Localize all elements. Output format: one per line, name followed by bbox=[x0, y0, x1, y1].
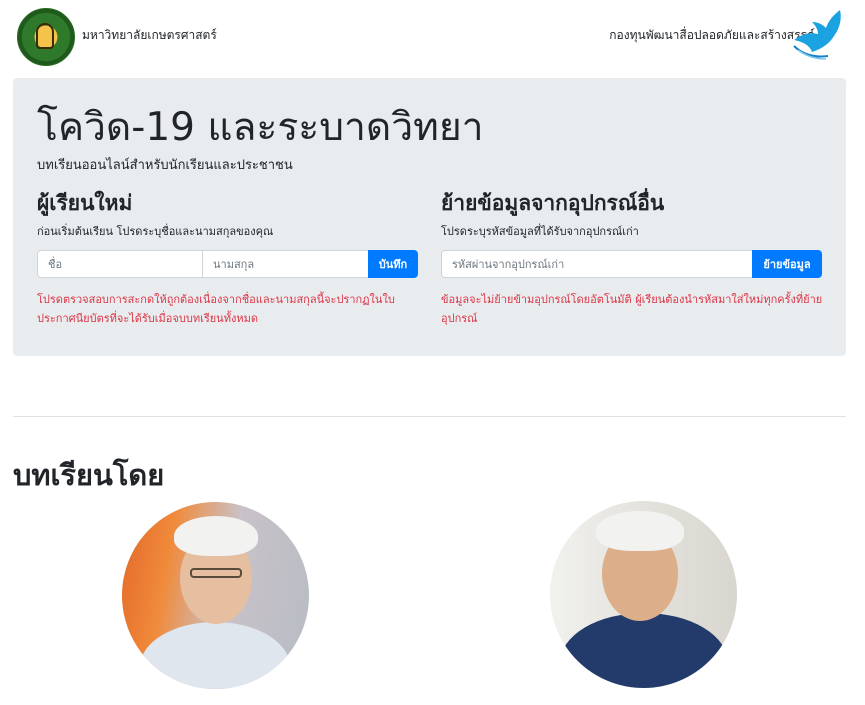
transfer-code-input[interactable] bbox=[441, 250, 753, 278]
new-learner-heading: ผู้เรียนใหม่ bbox=[37, 191, 133, 215]
last-name-input[interactable] bbox=[202, 250, 369, 278]
new-learner-description: ก่อนเริ่มต้นเรียน โปรดระบุชื่อและนามสกุล… bbox=[37, 225, 274, 238]
new-learner-warning: โปรดตรวจสอบการสะกดให้ถูกต้องเนื่องจากชื่… bbox=[37, 293, 395, 325]
instructor-photo bbox=[122, 502, 309, 689]
kasetsart-university-seal-icon bbox=[17, 8, 75, 66]
page-subtitle: บทเรียนออนไลน์สำหรับนักเรียนและประชาชน bbox=[37, 158, 293, 173]
page-title: โควิด-19 และระบาดวิทยา bbox=[37, 105, 484, 150]
section-divider bbox=[13, 416, 846, 417]
transfer-description: โปรดระบุรหัสข้อมูลที่ได้รับจากอุปกรณ์เก่… bbox=[441, 225, 639, 238]
save-button[interactable]: บันทึก bbox=[368, 250, 418, 278]
lessons-by-heading: บทเรียนโดย bbox=[13, 458, 165, 492]
university-name: มหาวิทยาลัยเกษตรศาสตร์ bbox=[82, 28, 217, 42]
transfer-button[interactable]: ย้ายข้อมูล bbox=[752, 250, 822, 278]
organization-name: กองทุนพัฒนาสื่อปลอดภัยและสร้างสรรค์ bbox=[609, 28, 815, 42]
first-name-input[interactable] bbox=[37, 250, 203, 278]
transfer-warning: ข้อมูลจะไม่ย้ายข้ามอุปกรณ์โดยอัตโนมัติ ผ… bbox=[441, 293, 823, 325]
instructor-photo bbox=[550, 501, 737, 688]
top-header: มหาวิทยาลัยเกษตรศาสตร์ กองทุนพัฒนาสื่อปล… bbox=[0, 0, 865, 72]
transfer-heading: ย้ายข้อมูลจากอุปกรณ์อื่น bbox=[441, 191, 665, 215]
blue-bird-logo-icon bbox=[793, 10, 841, 60]
